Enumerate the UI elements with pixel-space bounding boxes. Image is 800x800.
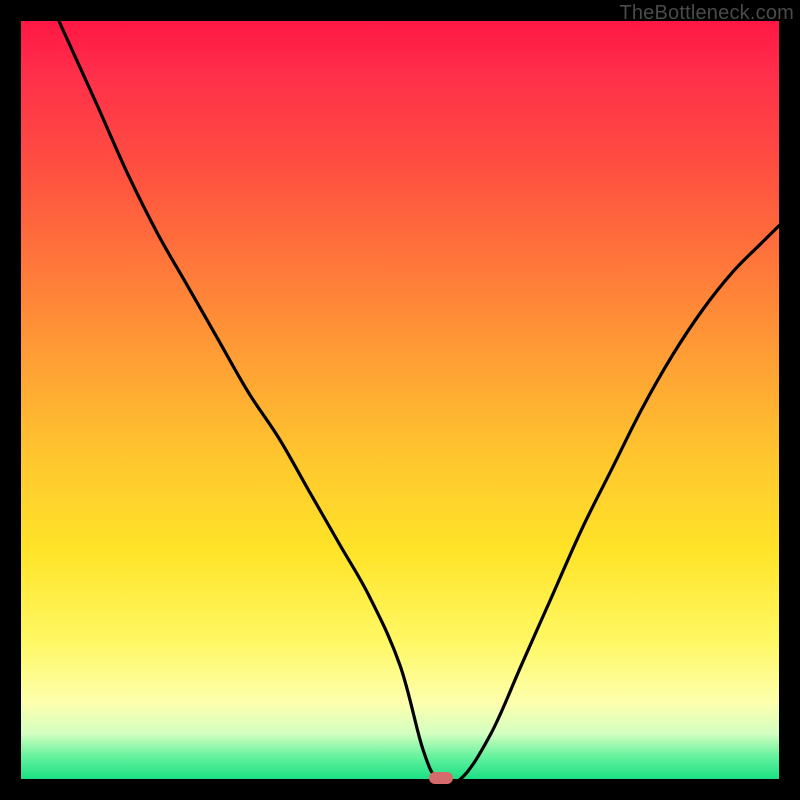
optimal-marker bbox=[429, 772, 453, 784]
bottleneck-curve bbox=[21, 21, 779, 779]
plot-area bbox=[21, 21, 779, 779]
chart-frame: TheBottleneck.com bbox=[0, 0, 800, 800]
attribution-text: TheBottleneck.com bbox=[619, 2, 794, 25]
